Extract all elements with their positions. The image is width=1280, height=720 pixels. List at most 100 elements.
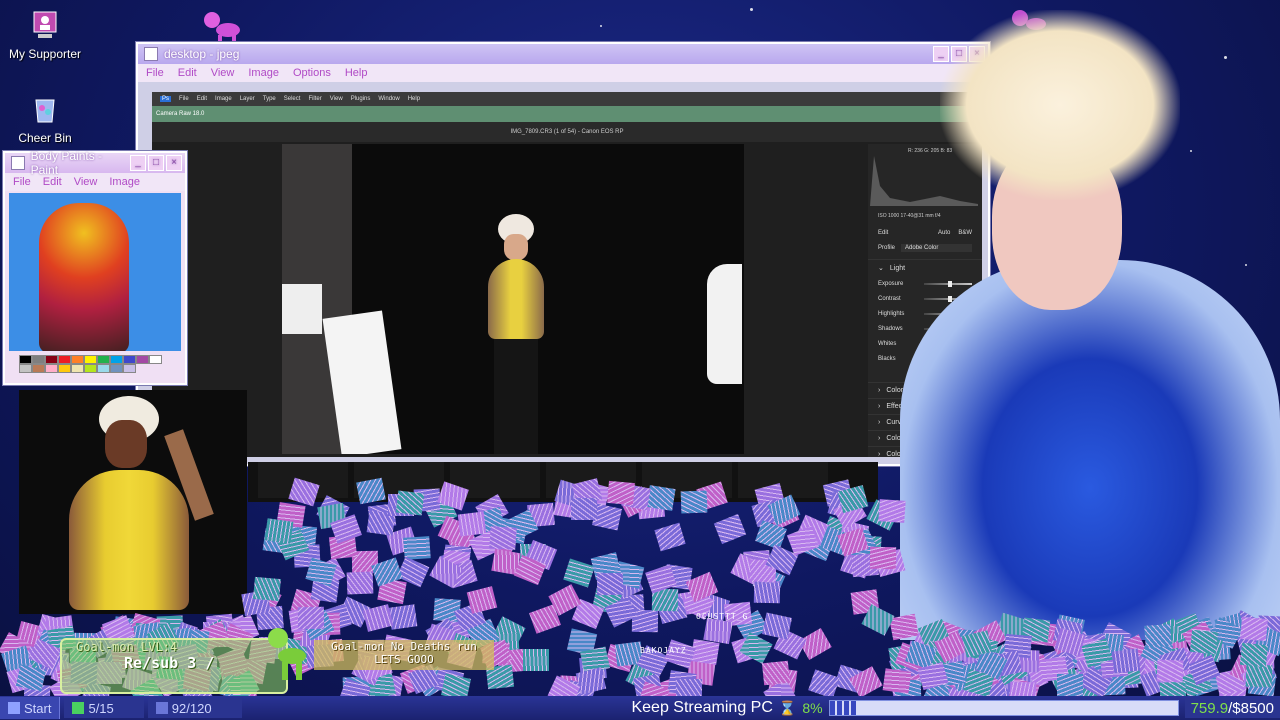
ps-menu-item[interactable]: View [330, 96, 343, 102]
gift-box [761, 660, 790, 686]
gift-box [1111, 648, 1141, 674]
gift-box [869, 547, 896, 570]
star [1190, 150, 1192, 152]
palette-swatch[interactable] [97, 355, 110, 364]
gift-box [489, 525, 517, 550]
bw-button[interactable]: B&W [958, 230, 972, 236]
ps-menu-item[interactable]: Layer [240, 96, 255, 102]
ps-menu-item[interactable]: Edit [197, 96, 207, 102]
paint-window-icon [11, 156, 25, 170]
desktop-icon-cheer-bin[interactable]: Cheer Bin [0, 94, 90, 145]
light-section-header[interactable]: ⌄ Light [868, 259, 982, 276]
minimize-button[interactable]: _ [130, 155, 146, 171]
ps-menu-item[interactable]: Image [215, 96, 232, 102]
menu-image[interactable]: Image [248, 67, 279, 79]
image-title: IMG_7809.CR3 (1 of 54) - Canon EOS RP [152, 122, 982, 142]
gift-box [563, 558, 596, 588]
model-torso [488, 259, 544, 339]
palette-swatch[interactable] [136, 355, 149, 364]
menu-file[interactable]: File [146, 67, 164, 79]
main-window: desktop - jpeg _ □ × File Edit View Imag… [136, 42, 990, 466]
gift-box [346, 571, 374, 595]
palette-swatch[interactable] [58, 355, 71, 364]
gift-box [1245, 664, 1273, 687]
menu-view[interactable]: View [211, 67, 235, 79]
palette-swatch[interactable] [32, 355, 45, 364]
menu-file[interactable]: File [13, 176, 31, 188]
palette-swatch[interactable] [19, 355, 32, 364]
gift-box [690, 638, 720, 665]
palette-swatch[interactable] [32, 364, 45, 373]
goal2-line2: LETS GOOO [374, 653, 434, 666]
paint-canvas[interactable] [9, 193, 181, 351]
stream-goal-title: Keep Streaming PC [631, 699, 773, 716]
palette-swatch[interactable] [123, 355, 136, 364]
palette-swatch[interactable] [71, 355, 84, 364]
slider-track[interactable] [924, 280, 972, 287]
gift-box [1009, 681, 1037, 696]
palette-swatch[interactable] [58, 364, 71, 373]
ps-menu-item[interactable]: Plugins [351, 96, 371, 102]
ps-menu-item[interactable]: Window [378, 96, 399, 102]
menu-edit[interactable]: Edit [178, 67, 197, 79]
profile-select[interactable]: Adobe Color [901, 243, 972, 252]
hourglass-icon: ⌛ [778, 699, 797, 716]
ps-menu-item[interactable]: Help [408, 96, 420, 102]
menu-options[interactable]: Options [293, 67, 331, 79]
progress-bar [828, 700, 1179, 716]
edit-row: Edit Auto B&W [868, 225, 982, 240]
menu-edit[interactable]: Edit [43, 176, 62, 188]
palette-swatch[interactable] [110, 355, 123, 364]
desktop-icon-my-supporter[interactable]: My Supporter [0, 10, 90, 61]
palette-swatch[interactable] [71, 364, 84, 373]
goal-widget: Goal-mon LVL:4 Re/sub 3 / [60, 638, 288, 694]
menu-view[interactable]: View [74, 176, 98, 188]
gift-box [1056, 673, 1083, 696]
desktop-icon-label: My Supporter [8, 47, 82, 61]
ps-menu-item[interactable]: Filter [308, 96, 321, 102]
ps-menu-item[interactable]: Select [284, 96, 301, 102]
close-button[interactable]: × [166, 155, 182, 171]
task-counter-1[interactable]: 5/15 [64, 698, 144, 718]
paint-window: Body Paints - Paint _ □ × File Edit View… [3, 149, 187, 385]
gift-box [253, 577, 282, 602]
palette-swatch[interactable] [84, 355, 97, 364]
auto-button[interactable]: Auto [938, 230, 950, 236]
star [600, 25, 602, 27]
color-palette [19, 355, 169, 373]
palette-swatch[interactable] [110, 364, 123, 373]
gift-box [761, 612, 792, 640]
username-label: BAKOJAYZ [640, 646, 687, 655]
photoshop-screen: Ps File Edit Image Layer Type Select Fil… [152, 92, 982, 458]
palette-swatch[interactable] [45, 364, 58, 373]
palette-swatch[interactable] [45, 355, 58, 364]
gift-box [753, 581, 781, 604]
ref-head [105, 420, 147, 468]
edit-label: Edit [878, 229, 889, 236]
profile-row: Profile Adobe Color [868, 240, 982, 255]
start-button[interactable]: Start [0, 697, 61, 719]
gift-box [597, 572, 624, 595]
gift-box [570, 498, 597, 521]
maximize-button[interactable]: □ [148, 155, 164, 171]
gift-box [807, 668, 840, 696]
palette-swatch[interactable] [19, 364, 32, 373]
streamer-hair [940, 10, 1180, 200]
ps-menu-item[interactable]: File [179, 96, 189, 102]
chevron-right-icon: › [878, 403, 881, 410]
menu-image[interactable]: Image [109, 176, 140, 188]
camera-raw-bar: Camera Raw 18.0 [152, 106, 982, 122]
palette-swatch[interactable] [84, 364, 97, 373]
palette-swatch[interactable] [149, 355, 162, 364]
menu-help[interactable]: Help [345, 67, 368, 79]
taskbar: Start 5/15 92/120 Keep Streaming PC ⌛ 8%… [0, 696, 1280, 720]
palette-swatch[interactable] [97, 364, 110, 373]
slider-knob[interactable] [948, 280, 952, 287]
palette-swatch[interactable] [123, 364, 136, 373]
photo-paper-roll [282, 284, 322, 334]
gift-box [646, 485, 676, 512]
ps-logo-icon: Ps [160, 96, 172, 102]
recycle-bin-icon [35, 99, 55, 123]
ps-menu-item[interactable]: Type [263, 96, 276, 102]
task-counter-2[interactable]: 92/120 [147, 698, 242, 718]
